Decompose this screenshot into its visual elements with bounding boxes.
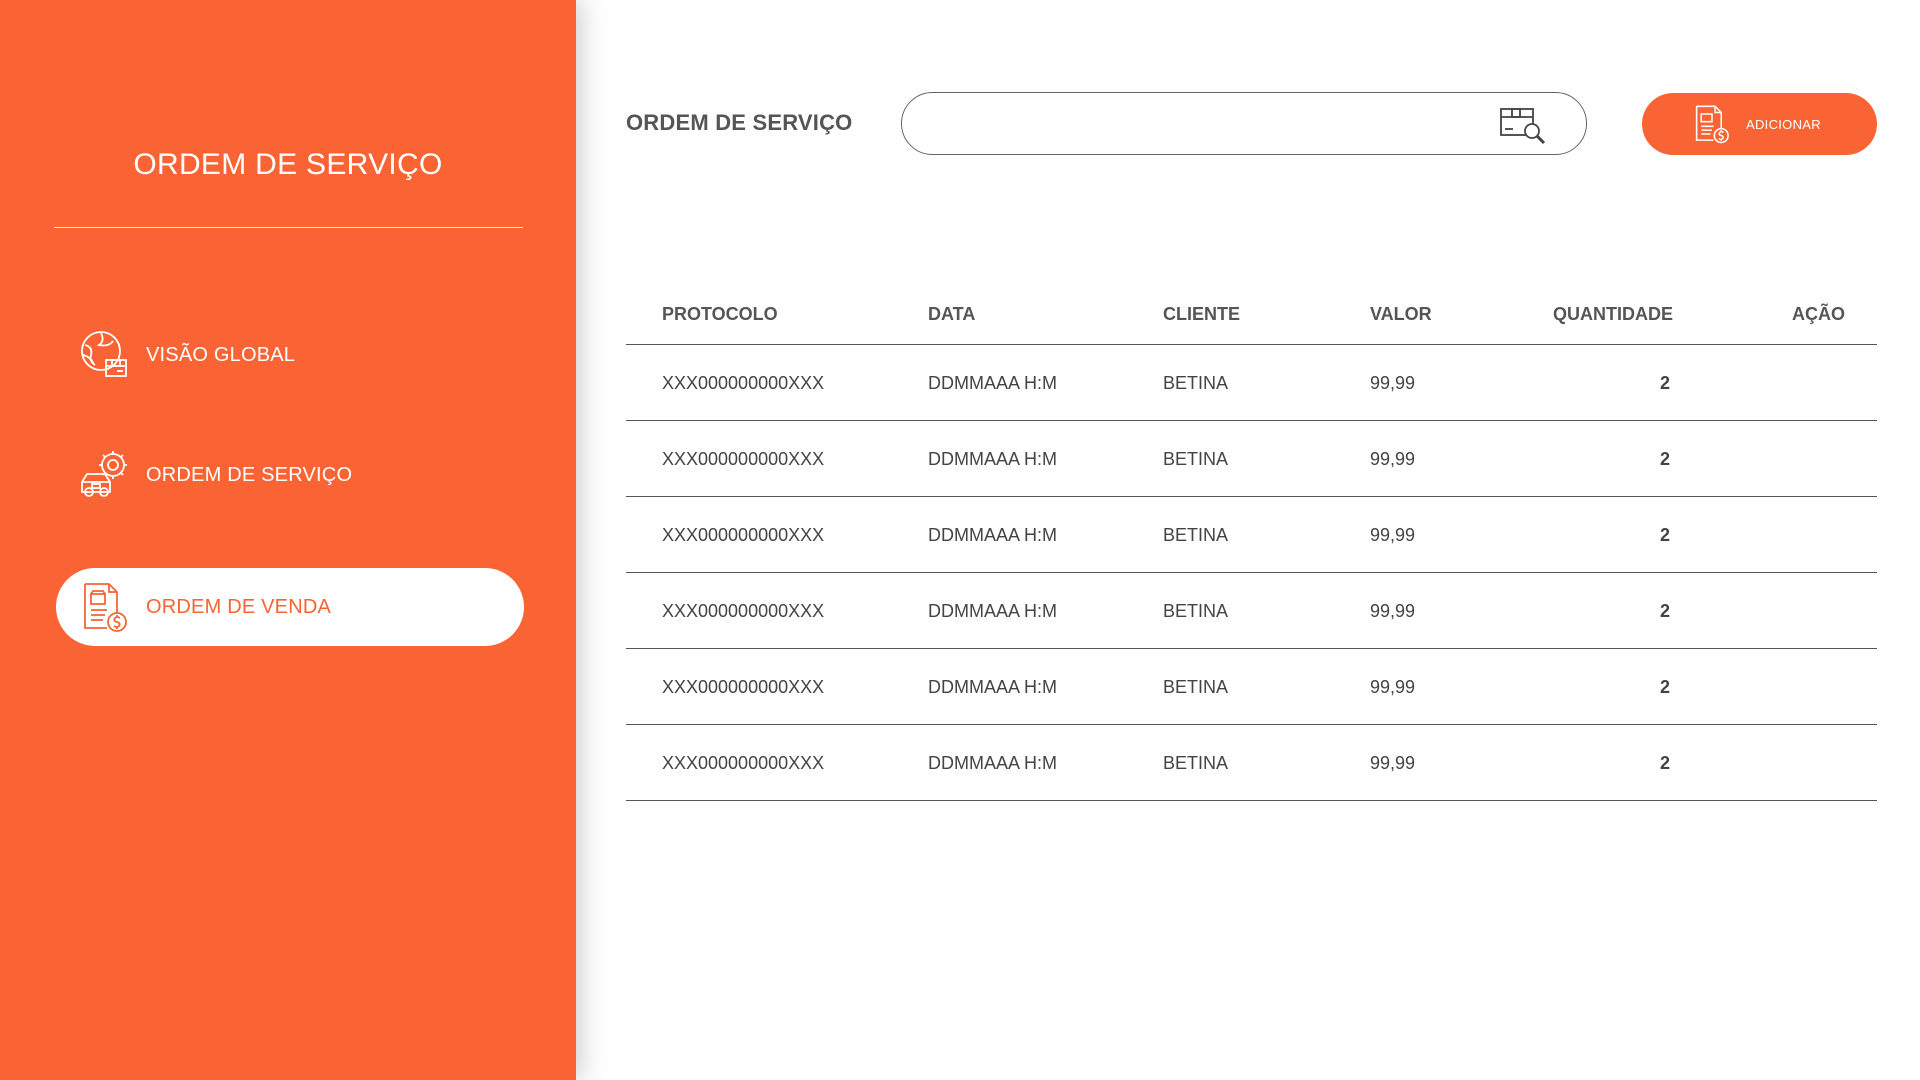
- cell-valor: 99,99: [1370, 525, 1416, 545]
- sidebar-item-label: ORDEM DE SERVIÇO: [146, 463, 353, 486]
- cell-data: DDMMAAA H:M: [928, 601, 1058, 621]
- cell-protocolo: XXX000000000XXX: [662, 525, 825, 545]
- cell-data: DDMMAAA H:M: [928, 753, 1058, 773]
- cell-data: DDMMAAA H:M: [928, 373, 1058, 393]
- sidebar-item-label: VISÃO GLOBAL: [146, 343, 296, 366]
- cell-quantidade: 2: [1660, 373, 1671, 393]
- cell-cliente: BETINA: [1163, 601, 1229, 621]
- cell-cliente: BETINA: [1163, 525, 1229, 545]
- sidebar: ORDEM DE SERVIÇO VISÃO GLOBAL ORDEM DE S…: [0, 0, 576, 1080]
- cell-data: DDMMAAA H:M: [928, 677, 1058, 697]
- cell-protocolo: XXX000000000XXX: [662, 753, 825, 773]
- cell-valor: 99,99: [1370, 449, 1416, 469]
- cell-quantidade: 2: [1660, 449, 1671, 469]
- cell-quantidade: 2: [1660, 525, 1671, 545]
- orders-table: PROTOCOLO DATA CLIENTE VALOR QUANTIDADE …: [626, 290, 1877, 801]
- cell-protocolo: XXX000000000XXX: [662, 449, 825, 469]
- invoice-dollar-icon: [78, 580, 132, 634]
- cell-quantidade: 2: [1660, 753, 1671, 773]
- page-title: ORDEM DE SERVIÇO: [626, 110, 853, 135]
- sidebar-item-ordem-venda[interactable]: ORDEM DE VENDA: [56, 568, 524, 646]
- add-button[interactable]: ADICIONAR: [1642, 93, 1877, 155]
- car-gear-icon: [78, 448, 132, 502]
- column-header-acao: AÇÃO: [1792, 304, 1845, 324]
- sidebar-item-visao-global[interactable]: VISÃO GLOBAL: [56, 316, 524, 394]
- app: ORDEM DE SERVIÇO VISÃO GLOBAL ORDEM DE S…: [0, 0, 1920, 1080]
- cell-data: DDMMAAA H:M: [928, 525, 1058, 545]
- cell-data: DDMMAAA H:M: [928, 449, 1058, 469]
- add-button-label: ADICIONAR: [1746, 116, 1821, 132]
- cell-valor: 99,99: [1370, 677, 1416, 697]
- sidebar-divider: [54, 227, 523, 228]
- cell-quantidade: 2: [1660, 677, 1671, 697]
- cell-valor: 99,99: [1370, 601, 1416, 621]
- cell-protocolo: XXX000000000XXX: [662, 677, 825, 697]
- sidebar-title: ORDEM DE SERVIÇO: [133, 148, 443, 181]
- globe-package-icon: [78, 328, 132, 382]
- cell-cliente: BETINA: [1163, 449, 1229, 469]
- search-box[interactable]: [901, 92, 1587, 155]
- column-header-cliente[interactable]: CLIENTE: [1163, 304, 1240, 325]
- cell-protocolo: XXX000000000XXX: [662, 601, 825, 621]
- cell-quantidade: 2: [1660, 601, 1671, 621]
- cell-protocolo: XXX000000000XXX: [662, 373, 825, 393]
- package-search-icon[interactable]: [1499, 103, 1549, 145]
- column-header-data[interactable]: DATA: [928, 304, 975, 325]
- cell-cliente: BETINA: [1163, 753, 1229, 773]
- column-header-protocolo[interactable]: PROTOCOLO: [662, 304, 778, 325]
- table-row[interactable]: XXX000000000XXX DDMMAAA H:M BETINA 99,99…: [626, 345, 1877, 421]
- main-content: ORDEM DE SERVIÇO ADICIONAR PROTOCOLO DAT…: [576, 0, 1920, 1080]
- sidebar-item-label: ORDEM DE VENDA: [146, 595, 332, 618]
- table-row[interactable]: XXX000000000XXX DDMMAAA H:M BETINA 99,99…: [626, 573, 1877, 649]
- cell-cliente: BETINA: [1163, 677, 1229, 697]
- cell-valor: 99,99: [1370, 753, 1416, 773]
- cell-valor: 99,99: [1370, 373, 1416, 393]
- sidebar-item-ordem-servico[interactable]: ORDEM DE SERVIÇO: [56, 436, 524, 514]
- table-row[interactable]: XXX000000000XXX DDMMAAA H:M BETINA 99,99…: [626, 497, 1877, 573]
- table-row[interactable]: XXX000000000XXX DDMMAAA H:M BETINA 99,99…: [626, 421, 1877, 497]
- search-input[interactable]: [926, 105, 1466, 143]
- cell-cliente: BETINA: [1163, 373, 1229, 393]
- table-row[interactable]: XXX000000000XXX DDMMAAA H:M BETINA 99,99…: [626, 649, 1877, 725]
- column-header-valor[interactable]: VALOR: [1370, 304, 1432, 325]
- column-header-quantidade[interactable]: QUANTIDADE: [1553, 304, 1673, 325]
- invoice-dollar-icon: [1692, 102, 1732, 146]
- table-header: PROTOCOLO DATA CLIENTE VALOR QUANTIDADE …: [626, 290, 1877, 345]
- table-row[interactable]: XXX000000000XXX DDMMAAA H:M BETINA 99,99…: [626, 725, 1877, 801]
